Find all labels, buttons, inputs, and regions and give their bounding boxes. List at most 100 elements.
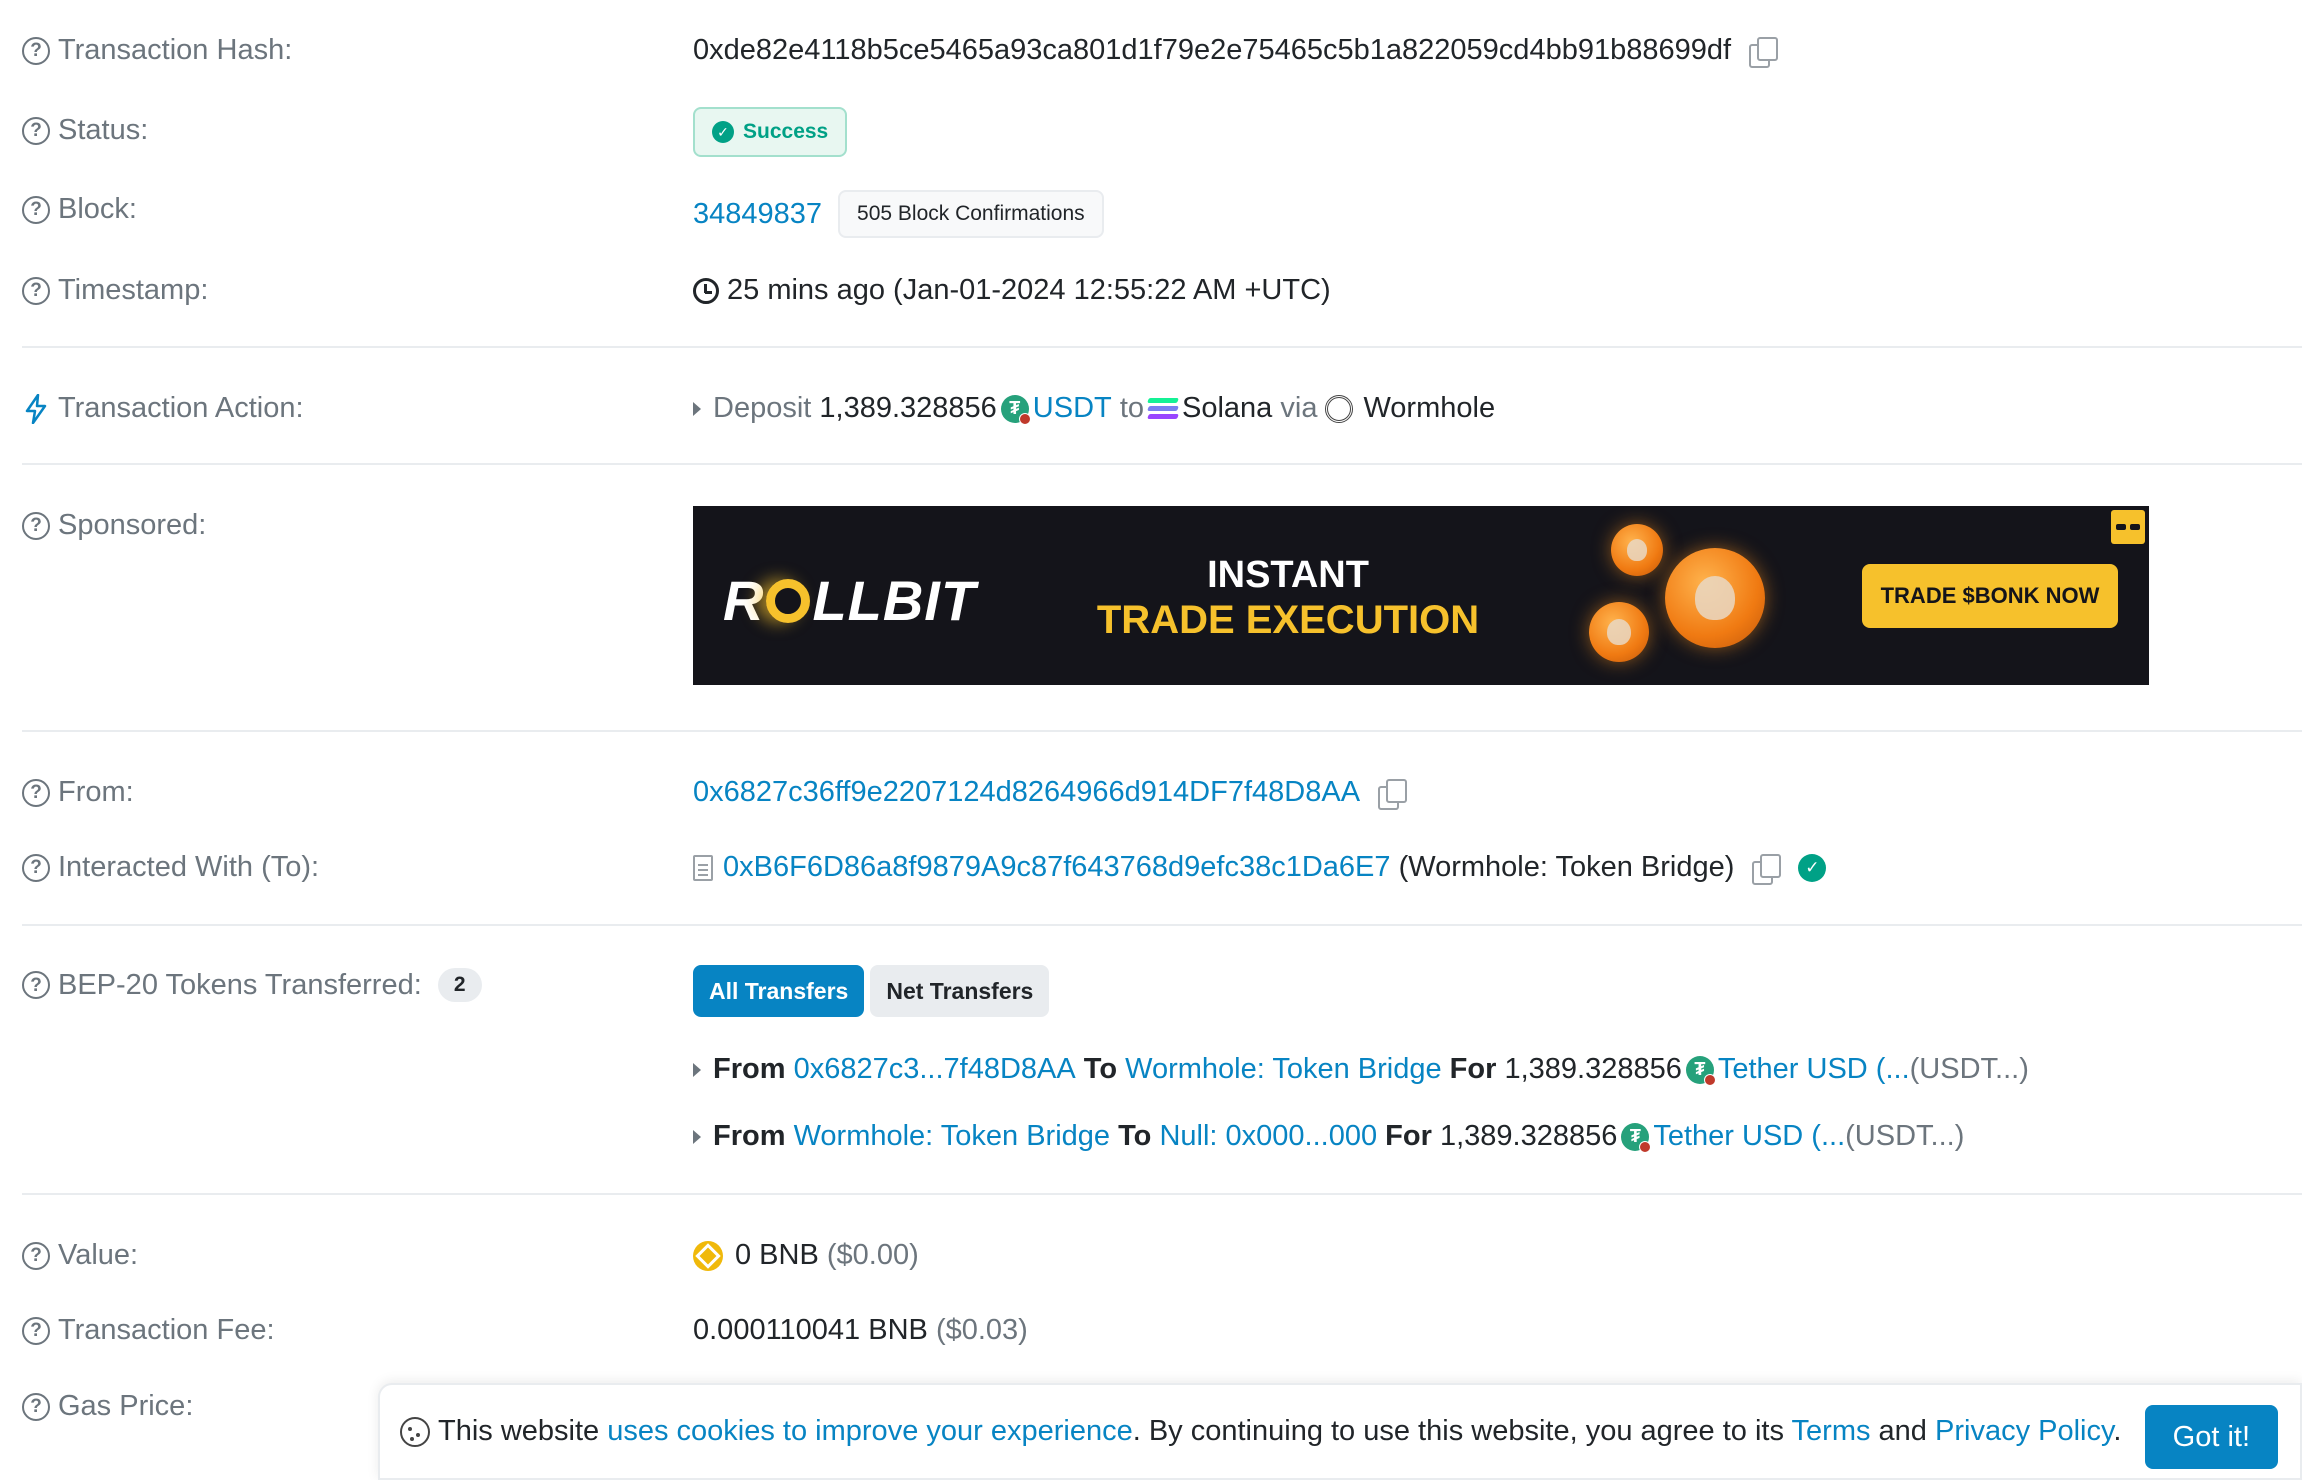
document-icon bbox=[693, 854, 713, 881]
from-value-wrap: 0x6827c36ff9e2207124d8264966d914DF7f48D8… bbox=[693, 776, 1408, 810]
copy-icon[interactable] bbox=[1378, 778, 1408, 810]
cookie-icon bbox=[400, 1416, 430, 1447]
ad-headline-1: INSTANT bbox=[1207, 554, 1369, 596]
usdt-token-icon: ₮ bbox=[1685, 1055, 1716, 1086]
cookie-policy-link[interactable]: uses cookies to improve your experience bbox=[607, 1415, 1132, 1447]
sponsored-label-wrap: ? Sponsored: bbox=[22, 509, 206, 542]
question-icon[interactable]: ? bbox=[22, 778, 50, 807]
timestamp-value-wrap: 25 mins ago (Jan-01-2024 12:55:22 AM +UT… bbox=[693, 274, 1331, 307]
value-label: Value: bbox=[58, 1239, 139, 1271]
tx-hash-label-wrap: ? Transaction Hash: bbox=[22, 34, 292, 67]
transfer-to-link[interactable]: Wormhole: Token Bridge bbox=[1125, 1053, 1441, 1086]
question-icon[interactable]: ? bbox=[22, 511, 50, 540]
status-label-wrap: ? Status: bbox=[22, 114, 148, 147]
block-label-wrap: ? Block: bbox=[22, 193, 137, 226]
transfer-from-word: From bbox=[713, 1053, 786, 1085]
value-usd: ($0.00) bbox=[826, 1239, 919, 1271]
transfer-to-word: To bbox=[1118, 1120, 1152, 1152]
question-icon[interactable]: ? bbox=[22, 1316, 50, 1345]
clock-icon bbox=[693, 277, 719, 304]
tokens-tabs: All Transfers Net Transfers bbox=[693, 965, 1050, 1017]
sponsored-label: Sponsored: bbox=[58, 509, 207, 541]
copy-icon[interactable] bbox=[1752, 853, 1782, 885]
caret-right-icon[interactable] bbox=[693, 1129, 701, 1144]
value-amount: 0 BNB bbox=[735, 1239, 819, 1271]
divider bbox=[22, 924, 2302, 926]
action-amount: 1,389.328856 bbox=[819, 392, 997, 424]
question-icon[interactable]: ? bbox=[22, 971, 50, 999]
wormhole-icon bbox=[1325, 394, 1354, 423]
sponsored-banner[interactable]: R LLBIT INSTANT TRADE EXECUTION TRADE $BO… bbox=[693, 506, 2149, 685]
question-icon[interactable]: ? bbox=[22, 195, 50, 224]
status-value-wrap: ✓ Success bbox=[693, 107, 848, 157]
transfer-token-symbol: (USDT...) bbox=[1909, 1053, 2029, 1085]
solana-icon bbox=[1147, 398, 1179, 419]
action-label-wrap: Transaction Action: bbox=[22, 392, 304, 425]
gas-label-wrap: ? Gas Price: bbox=[22, 1390, 193, 1423]
status-text: Success bbox=[743, 120, 829, 143]
transfer-from-word: From bbox=[713, 1120, 786, 1152]
confirmations-badge: 505 Block Confirmations bbox=[838, 190, 1104, 238]
transfer-for-word: For bbox=[1385, 1120, 1432, 1152]
transfer-to-link[interactable]: Null: 0x000...000 bbox=[1159, 1120, 1377, 1153]
copy-icon[interactable] bbox=[1749, 36, 1779, 68]
got-it-button[interactable]: Got it! bbox=[2144, 1405, 2278, 1469]
interacted-name: (Wormhole: Token Bridge) bbox=[1398, 851, 1735, 883]
fee-label-wrap: ? Transaction Fee: bbox=[22, 1314, 275, 1347]
tab-all-transfers[interactable]: All Transfers bbox=[693, 965, 865, 1017]
transfer-token-symbol: (USDT...) bbox=[1845, 1120, 1965, 1152]
tokens-label-wrap: ? BEP-20 Tokens Transferred: 2 bbox=[22, 968, 482, 1002]
fee-amount: 0.000110041 BNB bbox=[693, 1314, 928, 1346]
verified-icon: ✓ bbox=[1798, 853, 1827, 882]
tokens-count-badge: 2 bbox=[437, 968, 482, 1002]
transfer-amount: 1,389.328856 bbox=[1504, 1053, 1682, 1085]
action-chain: Solana bbox=[1182, 392, 1273, 424]
caret-right-icon[interactable] bbox=[693, 401, 701, 416]
status-label: Status: bbox=[58, 114, 149, 146]
action-token-link[interactable]: USDT bbox=[1033, 392, 1112, 425]
block-label: Block: bbox=[58, 193, 137, 225]
transfer-from-link[interactable]: 0x6827c3...7f48D8AA bbox=[794, 1053, 1076, 1086]
caret-right-icon[interactable] bbox=[693, 1062, 701, 1077]
interacted-label: Interacted With (To): bbox=[58, 851, 320, 883]
tx-hash-label: Transaction Hash: bbox=[58, 34, 293, 66]
question-icon[interactable]: ? bbox=[22, 1241, 50, 1270]
ad-headline-2: TRADE EXECUTION bbox=[1096, 598, 1480, 642]
ad-badge-icon[interactable] bbox=[2111, 510, 2145, 544]
transfer-item: From 0x6827c3...7f48D8AA To Wormhole: To… bbox=[693, 1053, 2029, 1086]
question-icon[interactable]: ? bbox=[22, 1392, 50, 1421]
question-icon[interactable]: ? bbox=[22, 36, 50, 65]
transfer-token-link[interactable]: Tether USD (... bbox=[1653, 1120, 1845, 1153]
cookie-banner: This website uses cookies to improve you… bbox=[378, 1383, 2302, 1480]
privacy-policy-link[interactable]: Privacy Policy bbox=[1935, 1415, 2113, 1447]
from-address-link[interactable]: 0x6827c36ff9e2207124d8264966d914DF7f48D8… bbox=[693, 776, 1360, 809]
tab-net-transfers[interactable]: Net Transfers bbox=[870, 965, 1050, 1017]
question-icon[interactable]: ? bbox=[22, 116, 50, 145]
transfer-for-word: For bbox=[1449, 1053, 1497, 1085]
tx-hash-value: 0xde82e4118b5ce5465a93ca801d1f79e2e75465… bbox=[693, 34, 1732, 66]
timestamp-label: Timestamp: bbox=[58, 274, 209, 306]
cookie-and: and bbox=[1878, 1415, 1927, 1447]
bnb-icon bbox=[693, 1240, 723, 1271]
transfer-to-word: To bbox=[1083, 1053, 1118, 1085]
question-icon[interactable]: ? bbox=[22, 276, 50, 305]
bonk-coin-icon bbox=[1589, 602, 1649, 662]
interacted-value-wrap: 0xB6F6D86a8f9879A9c87f643768d9efc38c1Da6… bbox=[693, 851, 1827, 885]
trade-bonk-button[interactable]: TRADE $BONK NOW bbox=[1862, 564, 2118, 628]
action-label: Transaction Action: bbox=[58, 392, 304, 424]
terms-link[interactable]: Terms bbox=[1792, 1415, 1871, 1447]
tokens-label: BEP-20 Tokens Transferred: bbox=[58, 968, 422, 1001]
interacted-address-link[interactable]: 0xB6F6D86a8f9879A9c87f643768d9efc38c1Da6… bbox=[723, 851, 1391, 884]
transfer-token-link[interactable]: Tether USD (... bbox=[1718, 1053, 1910, 1086]
bonk-coin-icon bbox=[1665, 548, 1765, 648]
block-number-link[interactable]: 34849837 bbox=[693, 198, 822, 231]
question-icon[interactable]: ? bbox=[22, 853, 50, 882]
fee-usd: ($0.03) bbox=[935, 1314, 1028, 1346]
fee-value-wrap: 0.000110041 BNB ($0.03) bbox=[693, 1314, 1028, 1347]
block-value-wrap: 34849837 505 Block Confirmations bbox=[693, 190, 1104, 238]
cookie-text-1: This website bbox=[438, 1415, 600, 1447]
status-badge: ✓ Success bbox=[693, 107, 848, 157]
transfer-from-link[interactable]: Wormhole: Token Bridge bbox=[794, 1120, 1110, 1153]
transfer-item: From Wormhole: Token Bridge To Null: 0x0… bbox=[693, 1120, 1964, 1153]
tx-hash-value-wrap: 0xde82e4118b5ce5465a93ca801d1f79e2e75465… bbox=[693, 34, 1779, 68]
